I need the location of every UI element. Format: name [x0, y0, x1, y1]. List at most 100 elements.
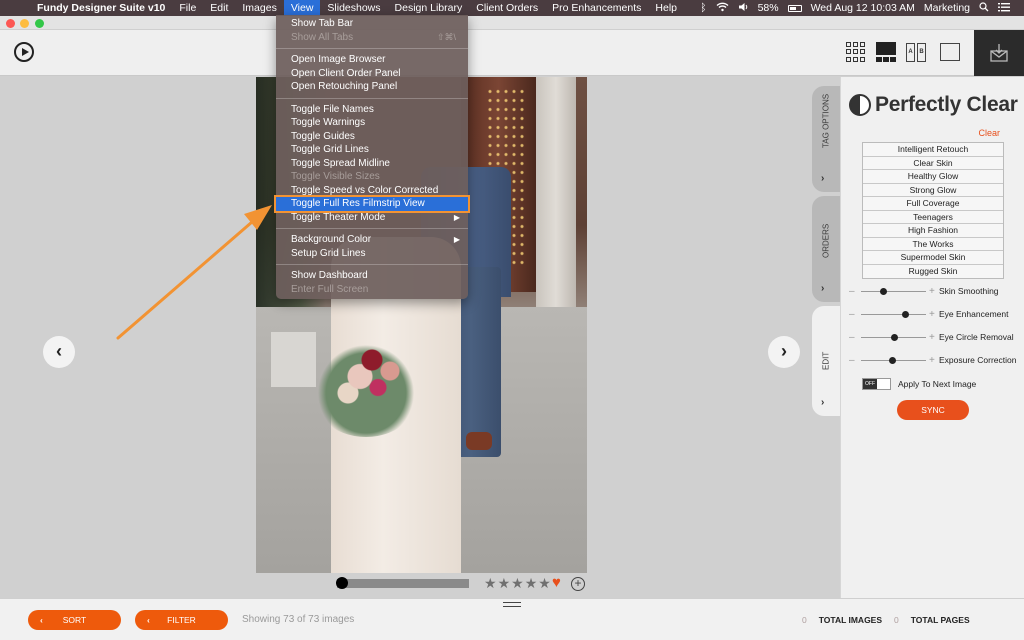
minimize-window-button[interactable] — [20, 19, 29, 28]
menu-item-background-color[interactable]: Background Color ▶ — [276, 233, 468, 247]
slider-thumb[interactable] — [888, 356, 896, 364]
compare-ab-icon[interactable]: A B — [906, 42, 926, 62]
slider-thumb[interactable] — [901, 310, 909, 318]
preset-item[interactable]: Full Coverage — [863, 197, 1003, 211]
menu-item-toggle-grid-lines[interactable]: Toggle Grid Lines — [276, 143, 468, 157]
preset-item[interactable]: Rugged Skin — [863, 264, 1003, 278]
compare-a-label: A — [906, 42, 915, 62]
menu-item-open-retouching-panel[interactable]: Open Retouching Panel — [276, 80, 468, 94]
menu-item-show-dashboard[interactable]: Show Dashboard — [276, 269, 468, 283]
menu-client-orders[interactable]: Client Orders — [469, 0, 545, 16]
menu-item-toggle-speed-vs-color-corrected[interactable]: Toggle Speed vs Color Corrected — [276, 184, 468, 198]
star-icon[interactable]: ★ — [484, 575, 497, 592]
tab-edit[interactable]: EDIT › — [812, 306, 840, 416]
menu-file[interactable]: File — [172, 0, 203, 16]
menu-app-name[interactable]: Fundy Designer Suite v10 — [30, 0, 172, 16]
preset-item[interactable]: Clear Skin — [863, 156, 1003, 170]
export-box-icon — [990, 44, 1008, 62]
menu-item-toggle-theater-mode[interactable]: Toggle Theater Mode ▶ — [276, 211, 468, 225]
sort-button[interactable]: ‹ SORT — [28, 610, 121, 630]
minus-icon[interactable]: – — [849, 332, 861, 343]
minus-icon[interactable]: – — [849, 286, 861, 297]
menu-item-toggle-file-names[interactable]: Toggle File Names — [276, 103, 468, 117]
bluetooth-icon[interactable]: ᛒ — [700, 2, 706, 14]
star-icon[interactable]: ★ — [525, 575, 538, 592]
star-icon[interactable]: ★ — [511, 575, 524, 592]
clear-button[interactable]: Clear — [978, 128, 1000, 138]
menu-item-label: Toggle Warnings — [291, 117, 366, 128]
menu-item-label: Show Tab Bar — [291, 18, 354, 29]
preset-item[interactable]: Teenagers — [863, 210, 1003, 224]
menu-item-show-all-tabs: Show All Tabs ⇧⌘\ — [276, 31, 468, 45]
battery-icon[interactable] — [787, 4, 802, 12]
star-rating[interactable]: ★ ★ ★ ★ ★ — [484, 575, 551, 592]
single-view-icon[interactable] — [940, 43, 960, 61]
menu-item-open-image-browser[interactable]: Open Image Browser — [276, 53, 468, 67]
plus-icon[interactable]: + — [929, 355, 939, 366]
toolbar: A B — [0, 30, 1024, 76]
menu-item-toggle-spread-midline[interactable]: Toggle Spread Midline — [276, 157, 468, 171]
tab-tag-options[interactable]: TAG OPTIONS › — [812, 86, 840, 192]
previous-image-button[interactable]: ‹ — [43, 336, 75, 368]
export-button[interactable] — [974, 30, 1024, 76]
menu-view[interactable]: View — [283, 0, 321, 16]
menu-item-label: Toggle Full Res Filmstrip View — [291, 198, 425, 209]
menu-item-label: Open Image Browser — [291, 54, 386, 65]
menu-item-show-tab-bar[interactable]: Show Tab Bar — [276, 17, 468, 31]
menu-item-toggle-full-res-filmstrip-view[interactable]: Toggle Full Res Filmstrip View — [274, 195, 470, 213]
menu-slideshows[interactable]: Slideshows — [320, 0, 387, 16]
preset-item[interactable]: Intelligent Retouch — [863, 143, 1003, 157]
filter-button[interactable]: ‹ FILTER — [135, 610, 228, 630]
plus-icon[interactable]: + — [929, 286, 939, 297]
preset-item[interactable]: The Works — [863, 237, 1003, 251]
slider-thumb[interactable] — [880, 287, 888, 295]
plus-icon[interactable]: + — [929, 332, 939, 343]
sync-button[interactable]: SYNC — [897, 400, 969, 420]
star-icon[interactable]: ★ — [498, 575, 511, 592]
apply-next-label: Apply To Next Image — [898, 379, 977, 389]
minus-icon[interactable]: – — [849, 355, 861, 366]
filmstrip-view-icon[interactable] — [876, 42, 896, 62]
close-window-button[interactable] — [6, 19, 15, 28]
menu-images[interactable]: Images — [235, 0, 283, 16]
spotlight-search-icon[interactable] — [979, 1, 989, 15]
next-image-button[interactable]: › — [768, 336, 800, 368]
preset-item[interactable]: Supermodel Skin — [863, 251, 1003, 265]
heart-icon[interactable]: ♥ — [552, 574, 561, 591]
notification-center-icon[interactable] — [998, 2, 1010, 15]
slider-track[interactable] — [861, 356, 926, 364]
plus-icon[interactable]: + — [929, 309, 939, 320]
menu-item-toggle-warnings[interactable]: Toggle Warnings — [276, 116, 468, 130]
menu-item-setup-grid-lines[interactable]: Setup Grid Lines — [276, 247, 468, 261]
star-icon[interactable]: ★ — [538, 575, 551, 592]
menu-edit[interactable]: Edit — [203, 0, 235, 16]
menu-design-library[interactable]: Design Library — [388, 0, 470, 16]
clock[interactable]: Wed Aug 12 10:03 AM — [811, 2, 915, 14]
menu-help[interactable]: Help — [648, 0, 684, 16]
slider-track[interactable] — [861, 333, 926, 341]
apply-next-toggle[interactable]: OFF — [862, 378, 891, 390]
wifi-icon[interactable] — [716, 2, 729, 15]
slider-track[interactable] — [861, 287, 926, 295]
add-circle-icon[interactable]: + — [571, 577, 585, 591]
tab-orders[interactable]: ORDERS › — [812, 196, 840, 302]
user-name[interactable]: Marketing — [924, 2, 970, 14]
volume-icon[interactable] — [738, 2, 749, 15]
play-slideshow-button[interactable] — [14, 42, 34, 62]
menu-item-toggle-guides[interactable]: Toggle Guides — [276, 130, 468, 144]
menu-item-label: Open Retouching Panel — [291, 81, 398, 92]
menu-item-open-client-order-panel[interactable]: Open Client Order Panel — [276, 67, 468, 81]
preset-item[interactable]: Healthy Glow — [863, 170, 1003, 184]
zoom-window-button[interactable] — [35, 19, 44, 28]
drag-handle-icon[interactable] — [503, 602, 521, 607]
menu-separator — [276, 97, 468, 99]
image-scrubber[interactable] — [336, 577, 469, 589]
slider-thumb[interactable] — [891, 333, 899, 341]
grid-view-icon[interactable] — [846, 42, 866, 62]
scrubber-handle[interactable] — [336, 577, 348, 589]
preset-item[interactable]: Strong Glow — [863, 183, 1003, 197]
menu-pro-enhancements[interactable]: Pro Enhancements — [545, 0, 648, 16]
preset-item[interactable]: High Fashion — [863, 224, 1003, 238]
slider-track[interactable] — [861, 310, 926, 318]
minus-icon[interactable]: – — [849, 309, 861, 320]
